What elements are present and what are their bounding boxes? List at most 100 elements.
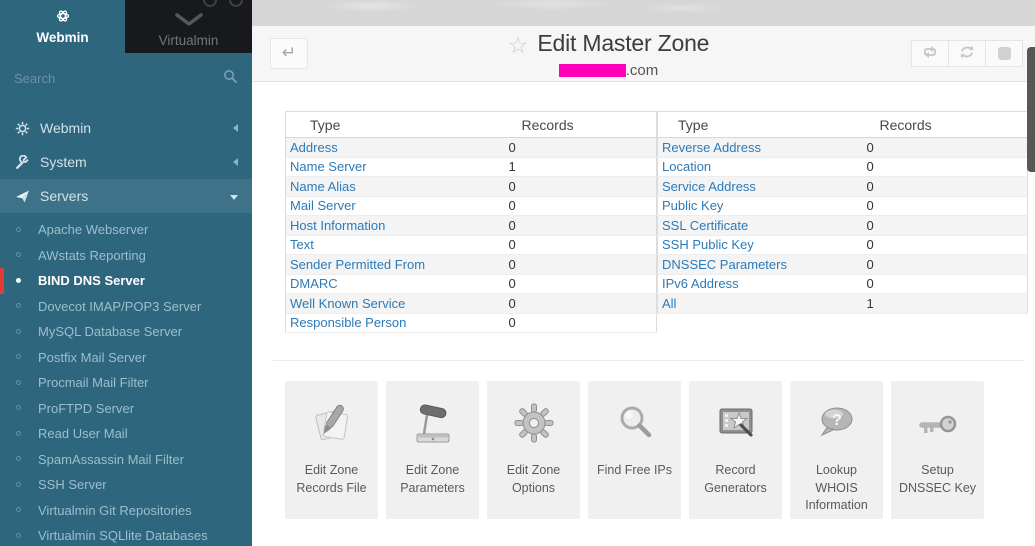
redacted-domain-name: [559, 64, 626, 77]
action-label: Edit Zone Options: [487, 462, 580, 497]
action-edit-zone-options[interactable]: Edit Zone Options: [487, 381, 580, 519]
record-count: 0: [864, 255, 1028, 275]
screen-wand-icon: [712, 386, 760, 462]
repeat-button[interactable]: [911, 40, 949, 67]
action-find-free-ips[interactable]: Find Free IPs: [588, 381, 681, 519]
page-title-block: ☆Edit Master Zone .com: [312, 30, 905, 79]
favorite-star-icon[interactable]: ☆: [508, 33, 529, 59]
scrollbar-thumb[interactable]: [1027, 47, 1035, 172]
sidebar: Webmin Virtualmin: [0, 0, 252, 546]
sidebar-item-servers[interactable]: Servers: [0, 179, 252, 213]
search-input[interactable]: [14, 71, 222, 86]
table-row: Name Alias0: [286, 177, 657, 197]
action-label: Lookup WHOIS Information: [790, 462, 883, 515]
stop-button[interactable]: [985, 40, 1023, 67]
sidebar-item-virtualmin-sqllite[interactable]: Virtualmin SQLlite Databases: [0, 523, 252, 546]
back-button[interactable]: ↵: [270, 38, 308, 69]
record-type-link[interactable]: All: [662, 296, 676, 311]
sidebar-item-proftpd[interactable]: ProFTPD Server: [0, 396, 252, 422]
main-area: ↵ ☆Edit Master Zone .com: [252, 0, 1035, 546]
record-type-link[interactable]: Sender Permitted From: [290, 257, 425, 272]
virtualmin-logo-icon: [229, 0, 243, 7]
record-type-link[interactable]: DMARC: [290, 276, 338, 291]
column-header-records: Records: [864, 112, 1028, 138]
repeat-icon: [920, 44, 940, 63]
zone-actions: Edit Zone Records File: [285, 381, 1035, 519]
record-type-link[interactable]: Well Known Service: [290, 296, 405, 311]
record-count: 0: [864, 196, 1028, 216]
action-label: Setup DNSSEC Key: [891, 462, 984, 497]
record-type-link[interactable]: Public Key: [662, 198, 723, 213]
table-row: Text0: [286, 235, 657, 255]
bullet-dot-icon: [16, 354, 21, 359]
speech-question-icon: ?: [813, 386, 861, 462]
sidebar-item-label: Webmin: [40, 120, 91, 136]
record-count: 0: [864, 177, 1028, 197]
page-title: Edit Master Zone: [537, 30, 709, 56]
pen-papers-icon: [308, 386, 356, 462]
chevron-left-icon: [233, 158, 238, 166]
record-type-link[interactable]: Responsible Person: [290, 315, 406, 330]
sidebar-item-spamassassin[interactable]: SpamAssassin Mail Filter: [0, 447, 252, 473]
action-label: Record Generators: [689, 462, 782, 497]
record-count: 0: [506, 255, 657, 275]
record-type-link[interactable]: Text: [290, 237, 314, 252]
bullet-dot-icon: [16, 380, 21, 385]
gear-icon: [510, 386, 558, 462]
sidebar-item-ssh-server[interactable]: SSH Server: [0, 472, 252, 498]
zone-content: Type Records Address0 Name Server1 Name …: [252, 82, 1035, 519]
record-type-link[interactable]: Mail Server: [290, 198, 356, 213]
table-row: Mail Server0: [286, 196, 657, 216]
bullet-dot-icon: [16, 405, 21, 410]
record-count: 0: [506, 274, 657, 294]
table-row: Responsible Person 0: [286, 313, 657, 333]
record-type-link[interactable]: Host Information: [290, 218, 385, 233]
action-setup-dnssec-key[interactable]: Setup DNSSEC Key: [891, 381, 984, 519]
refresh-button[interactable]: [948, 40, 986, 67]
table-row: Service Address 0: [658, 177, 1028, 197]
record-type-link[interactable]: Address: [290, 140, 338, 155]
action-record-generators[interactable]: Record Generators: [689, 381, 782, 519]
record-type-link[interactable]: IPv6 Address: [662, 276, 739, 291]
refresh-icon: [958, 44, 976, 63]
sidebar-item-bind-dns-server[interactable]: BIND DNS Server: [0, 268, 252, 294]
record-count: 1: [506, 157, 657, 177]
record-count: 0: [864, 157, 1028, 177]
sidebar-item-read-user-mail[interactable]: Read User Mail: [0, 421, 252, 447]
record-type-link[interactable]: SSL Certificate: [662, 218, 748, 233]
record-count: 0: [864, 235, 1028, 255]
sidebar-item-system[interactable]: System: [0, 145, 252, 179]
header-buttons: [912, 40, 1023, 67]
action-lookup-whois-information[interactable]: ? Lookup WHOIS Information: [790, 381, 883, 519]
record-type-link[interactable]: Location: [662, 159, 711, 174]
table-row: SSL Certificate0: [658, 216, 1028, 236]
record-type-link[interactable]: Name Alias: [290, 179, 356, 194]
sidebar-item-postfix[interactable]: Postfix Mail Server: [0, 345, 252, 371]
record-type-link[interactable]: Reverse Address: [662, 140, 761, 155]
record-type-link[interactable]: Service Address: [662, 179, 756, 194]
action-edit-zone-records-file[interactable]: Edit Zone Records File: [285, 381, 378, 519]
tab-webmin-label: Webmin: [36, 30, 88, 45]
sidebar-item-mysql[interactable]: MySQL Database Server: [0, 319, 252, 345]
search-icon[interactable]: [222, 68, 238, 89]
desk-lamp-icon: [409, 386, 457, 462]
record-count: 0: [506, 216, 657, 236]
chevron-down-icon: [230, 195, 238, 200]
action-label: Edit Zone Records File: [285, 462, 378, 497]
action-edit-zone-parameters[interactable]: Edit Zone Parameters: [386, 381, 479, 519]
record-type-link[interactable]: SSH Public Key: [662, 237, 754, 252]
tab-virtualmin[interactable]: Virtualmin: [125, 0, 252, 53]
sidebar-item-apache-webserver[interactable]: Apache Webserver: [0, 217, 252, 243]
tab-webmin[interactable]: Webmin: [0, 0, 125, 53]
webmin-app: Webmin Virtualmin: [0, 0, 1035, 546]
sidebar-item-awstats-reporting[interactable]: AWstats Reporting: [0, 243, 252, 269]
sidebar-item-virtualmin-git[interactable]: Virtualmin Git Repositories: [0, 498, 252, 524]
record-count: 0: [506, 313, 657, 333]
sidebar-item-webmin[interactable]: Webmin: [0, 111, 252, 145]
table-row: DNSSEC Parameters 0: [658, 255, 1028, 275]
sidebar-item-procmail[interactable]: Procmail Mail Filter: [0, 370, 252, 396]
record-type-link[interactable]: Name Server: [290, 159, 367, 174]
bullet-dot-icon: [16, 482, 21, 487]
record-type-link[interactable]: DNSSEC Parameters: [662, 257, 787, 272]
sidebar-item-dovecot[interactable]: Dovecot IMAP/POP3 Server: [0, 294, 252, 320]
